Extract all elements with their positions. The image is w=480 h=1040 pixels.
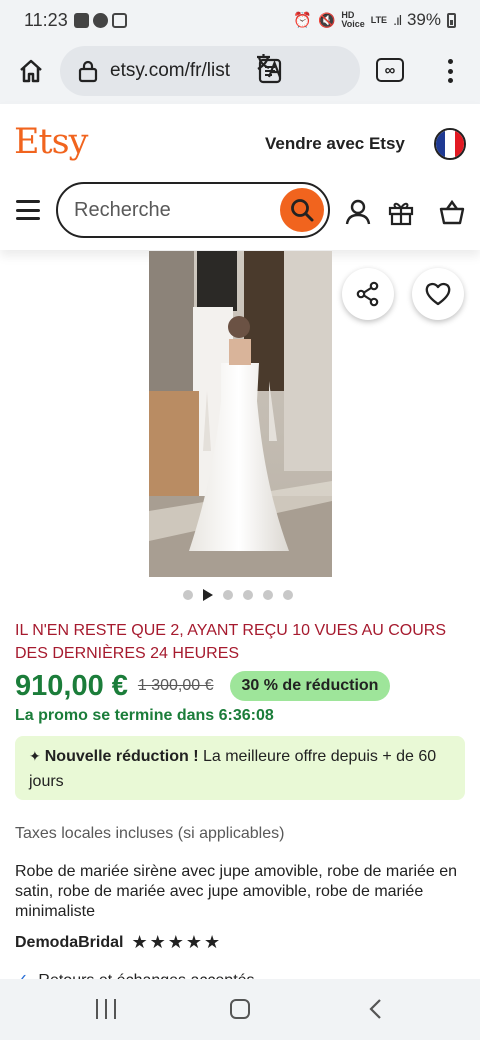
url-text[interactable]: etsy.com/fr/list <box>110 60 240 82</box>
favorite-button[interactable] <box>412 268 464 320</box>
notification-icons <box>73 12 127 28</box>
product-title: Robe de mariée sirène avec jupe amovible… <box>15 863 458 920</box>
star-rating[interactable]: ★★★★★ <box>131 932 222 953</box>
search-bar <box>56 182 330 238</box>
etsy-logo[interactable]: Etsy <box>14 122 88 162</box>
gallery-dot[interactable] <box>263 590 273 600</box>
home-nav-icon[interactable] <box>230 999 250 1019</box>
scarcity-message: IL N'EN RESTE QUE 2, AYANT REÇU 10 VUES … <box>15 622 447 662</box>
address-bar[interactable]: etsy.com/fr/list <box>60 46 360 96</box>
battery-icon <box>447 12 456 28</box>
alarm-icon: ⏰ <box>293 12 312 29</box>
price-row: 910,00 € 1 300,00 € 30 % de réduction <box>15 668 475 704</box>
new-discount-title: Nouvelle réduction ! <box>44 748 199 765</box>
sell-on-etsy-link[interactable]: Vendre avec Etsy <box>265 134 405 154</box>
mute-icon: 🔇 <box>317 11 336 28</box>
home-icon[interactable] <box>14 54 48 88</box>
search-input[interactable] <box>74 196 274 224</box>
gift-icon[interactable] <box>387 198 415 226</box>
sale-price: 910,00 € <box>15 669 128 702</box>
battery-percent: 39% <box>406 10 441 29</box>
share-button[interactable] <box>342 268 394 320</box>
back-icon[interactable] <box>368 998 382 1020</box>
aperture-icon <box>92 12 108 28</box>
system-nav-bar <box>0 979 480 1040</box>
more-vert-icon[interactable] <box>440 56 460 86</box>
search-button[interactable] <box>280 188 324 232</box>
heart-icon <box>425 282 451 306</box>
youtube-icon <box>73 12 89 28</box>
status-bar: 11:23 ⏰ 🔇 HD Voice LTE .ıl 39% <box>0 0 480 40</box>
basket-icon[interactable] <box>438 198 466 226</box>
gallery-dot[interactable] <box>283 590 293 600</box>
tabs-icon[interactable]: ∞ <box>376 58 404 82</box>
new-discount-banner: ✦ Nouvelle réduction ! La meilleure offre… <box>15 736 465 800</box>
taxes-note: Taxes locales incluses (si applicables) <box>15 825 285 842</box>
shop-name-link[interactable]: DemodaBridal <box>15 934 123 952</box>
shop-row: DemodaBridal ★★★★★ <box>15 932 222 953</box>
lock-icon[interactable] <box>76 59 100 83</box>
original-price: 1 300,00 € <box>137 677 214 694</box>
menu-icon[interactable] <box>16 200 40 220</box>
promo-countdown: La promo se termine dans 6:36:08 <box>15 707 274 724</box>
lte-icon: LTE <box>370 14 388 25</box>
gallery-pagination <box>183 588 293 602</box>
search-icon <box>291 199 314 222</box>
recents-icon[interactable] <box>96 999 116 1019</box>
user-icon[interactable] <box>344 198 372 226</box>
screenshot-icon <box>111 12 127 28</box>
product-video[interactable] <box>149 251 332 577</box>
translate-icon[interactable] <box>254 50 284 80</box>
flag-stripe-blue <box>436 130 446 158</box>
flag-stripe-white <box>445 130 455 158</box>
site-header: Etsy Vendre avec Etsy <box>0 104 480 250</box>
wedding-dress-photo <box>149 251 332 577</box>
gallery-dot[interactable] <box>243 590 253 600</box>
flag-stripe-red <box>454 130 464 158</box>
france-flag-icon[interactable] <box>434 128 466 160</box>
discount-badge: 30 % de réduction <box>229 671 391 701</box>
sparkle-icon: ✦ <box>29 748 41 764</box>
gallery-dot[interactable] <box>183 590 193 600</box>
gallery-dot[interactable] <box>223 590 233 600</box>
gallery-dot-active-play-icon[interactable] <box>203 589 213 601</box>
browser-toolbar: etsy.com/fr/list ∞ <box>0 40 480 104</box>
status-time: 11:23 <box>24 9 68 30</box>
hd-voice-icon: HD Voice <box>341 10 365 29</box>
share-icon <box>356 281 379 307</box>
signal-icon: .ıl <box>393 12 402 28</box>
